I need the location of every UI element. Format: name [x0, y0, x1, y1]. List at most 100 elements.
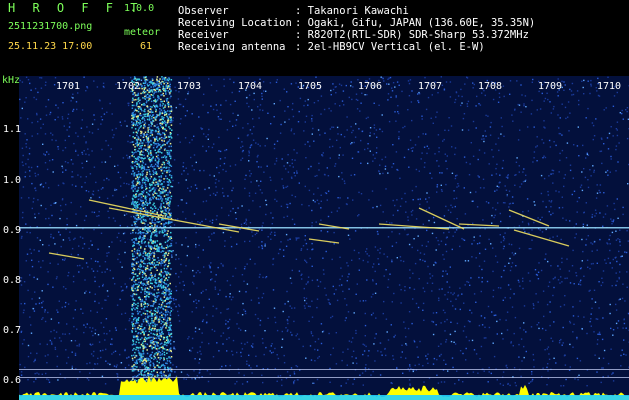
band-speck	[159, 366, 161, 369]
noise-speck	[339, 146, 341, 149]
noise-speck	[31, 135, 33, 137]
noise-speck	[362, 343, 364, 345]
noise-speck	[408, 379, 411, 381]
noise-speck	[167, 192, 169, 194]
noise-speck	[93, 228, 95, 231]
band-speck	[168, 209, 170, 212]
noise-speck	[302, 245, 305, 247]
band-speck	[138, 277, 141, 280]
noise-speck	[311, 242, 313, 245]
band-speck	[165, 342, 168, 344]
band-speck	[140, 134, 142, 137]
noise-speck	[273, 147, 276, 150]
noise-speck	[552, 182, 554, 184]
noise-speck	[484, 94, 486, 97]
noise-speck	[418, 91, 420, 94]
noise-speck	[253, 92, 255, 95]
noise-speck	[72, 275, 75, 278]
noise-speck	[329, 381, 331, 383]
noise-speck	[603, 109, 605, 111]
band-speck	[160, 320, 163, 322]
noise-speck	[482, 135, 484, 138]
noise-speck	[101, 107, 103, 110]
noise-speck	[243, 268, 246, 270]
noise-speck	[109, 155, 111, 158]
noise-speck	[34, 358, 36, 361]
band-speck	[132, 97, 134, 100]
noise-speck	[272, 351, 274, 353]
noise-speck	[587, 266, 589, 268]
noise-speck	[122, 232, 125, 235]
band-speck	[167, 106, 170, 108]
noise-speck	[367, 147, 369, 150]
noise-speck	[531, 239, 533, 241]
noise-speck	[261, 98, 263, 100]
noise-speck	[472, 120, 475, 123]
band-speck	[138, 176, 141, 178]
noise-speck	[89, 291, 91, 294]
noise-speck	[404, 192, 406, 195]
noise-speck	[185, 167, 187, 169]
noise-speck	[33, 381, 35, 383]
noise-speck	[461, 95, 463, 98]
band-speck	[170, 197, 172, 200]
noise-speck	[257, 297, 260, 299]
noise-speck	[27, 158, 29, 161]
band-speck	[154, 159, 157, 162]
band-speck	[170, 124, 173, 126]
noise-speck	[441, 288, 443, 290]
noise-speck	[69, 239, 71, 241]
noise-speck	[550, 337, 552, 339]
noise-speck	[291, 108, 294, 111]
noise-speck	[610, 155, 612, 158]
noise-speck	[437, 134, 440, 136]
noise-speck	[378, 263, 380, 265]
band-speck	[169, 139, 171, 141]
band-speck	[141, 299, 143, 301]
noise-speck	[307, 280, 309, 283]
noise-speck	[511, 196, 514, 198]
band-speck	[150, 183, 153, 186]
noise-speck	[72, 97, 74, 99]
noise-speck	[196, 351, 199, 354]
noise-speck	[222, 343, 224, 345]
noise-speck	[509, 384, 511, 387]
band-speck	[131, 197, 134, 200]
noise-speck	[469, 309, 471, 311]
noise-speck	[373, 263, 375, 265]
noise-speck	[201, 128, 204, 130]
noise-speck	[36, 352, 38, 355]
noise-speck	[289, 305, 291, 307]
band-speck	[163, 267, 166, 270]
noise-speck	[83, 243, 86, 245]
noise-speck	[62, 333, 64, 335]
noise-speck	[304, 235, 306, 237]
noise-speck	[295, 335, 297, 337]
noise-speck	[425, 245, 428, 247]
noise-speck	[41, 302, 43, 304]
noise-speck	[210, 271, 212, 273]
noise-speck	[620, 255, 622, 258]
noise-speck	[435, 116, 437, 118]
band-speck	[163, 109, 166, 112]
noise-speck	[173, 303, 176, 305]
noise-speck	[210, 105, 212, 107]
noise-speck	[392, 144, 394, 146]
noise-speck	[450, 125, 453, 127]
noise-speck	[512, 202, 514, 204]
noise-speck	[244, 312, 247, 315]
noise-speck	[237, 114, 239, 116]
noise-speck	[558, 207, 561, 209]
noise-speck	[341, 178, 344, 180]
noise-speck	[443, 138, 445, 141]
noise-speck	[193, 135, 195, 137]
band-speck	[154, 333, 156, 336]
noise-speck	[433, 264, 435, 266]
noise-speck	[535, 146, 537, 148]
band-speck	[165, 98, 168, 100]
noise-speck	[225, 323, 227, 325]
noise-speck	[498, 182, 500, 184]
noise-speck	[170, 297, 173, 300]
band-speck	[143, 301, 146, 303]
noise-speck	[409, 269, 411, 271]
